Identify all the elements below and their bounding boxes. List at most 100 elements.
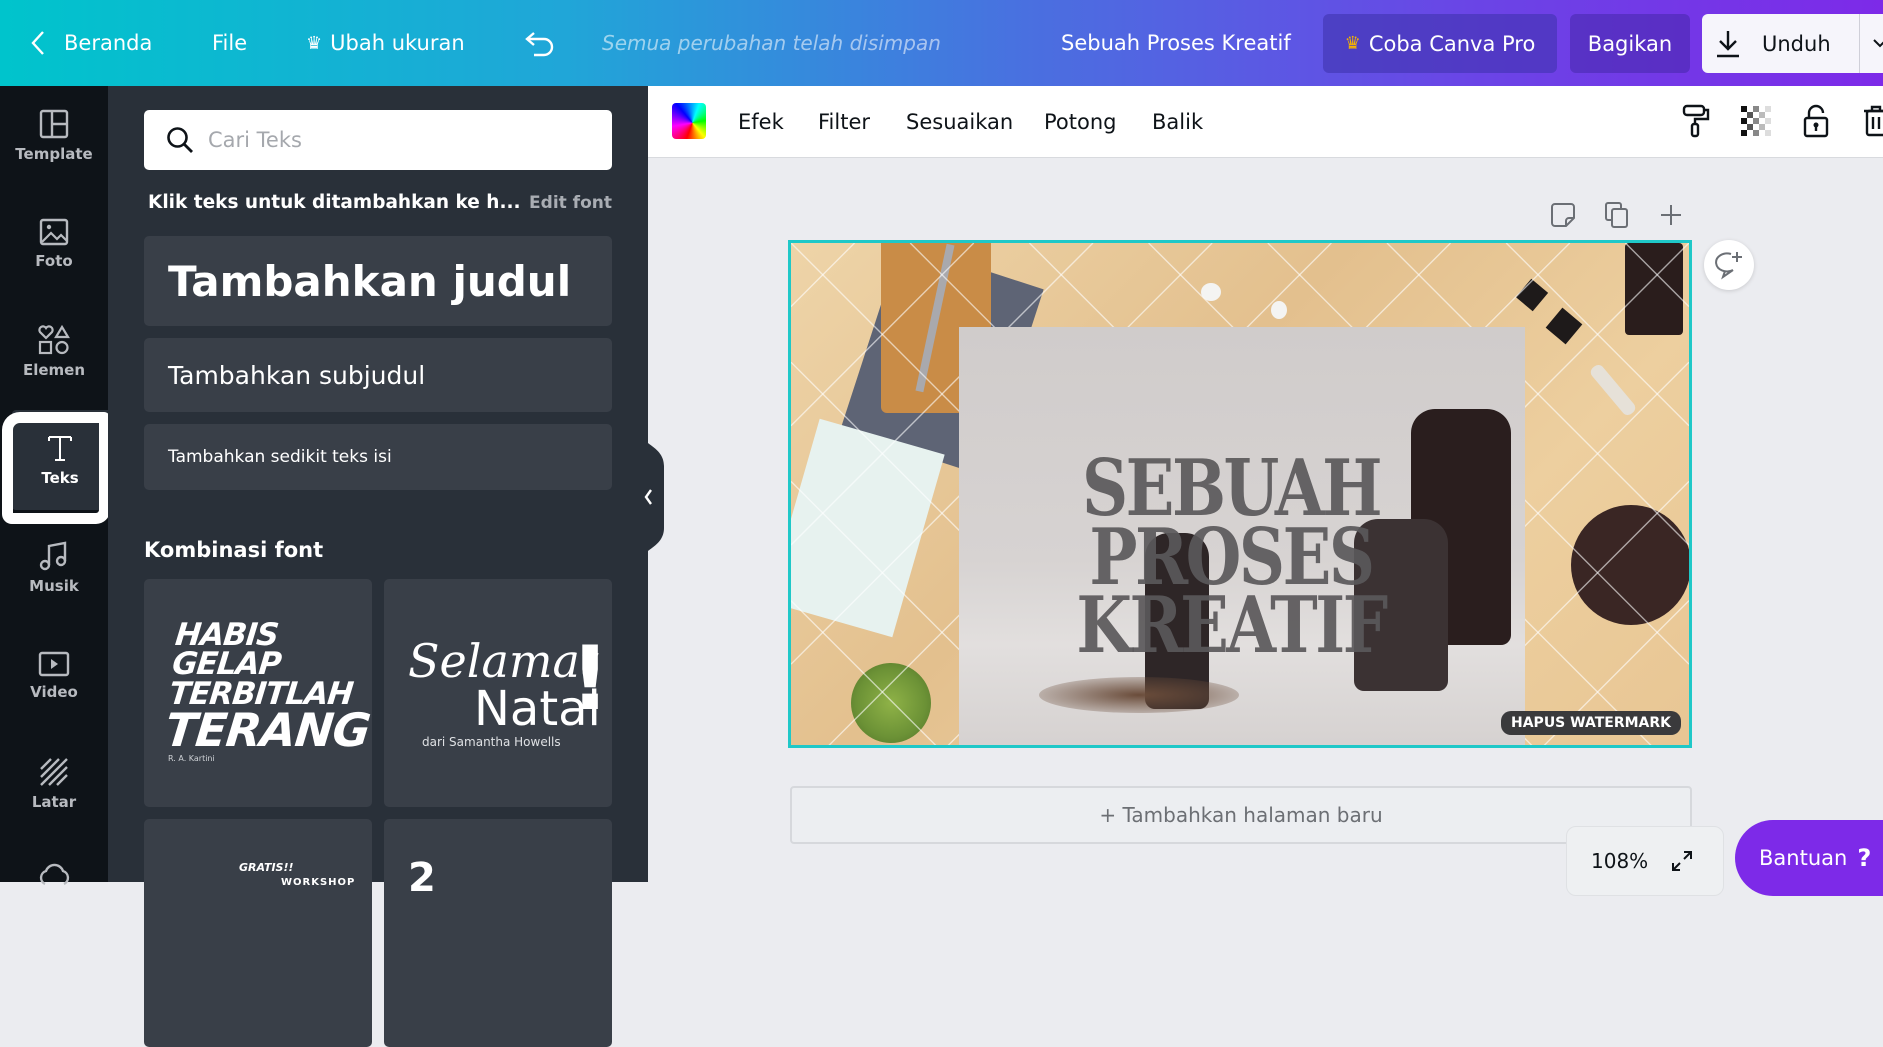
chevron-left-icon: [31, 31, 44, 55]
video-icon: [38, 651, 70, 677]
paint-roller-icon: [1682, 104, 1710, 138]
sidebar-label: Template: [15, 145, 93, 163]
sidebar-label: Foto: [35, 252, 73, 270]
add-heading-button[interactable]: Tambahkan judul: [144, 236, 612, 326]
font-combination-card[interactable]: 2: [384, 819, 612, 1047]
add-subheading-button[interactable]: Tambahkan subjudul: [144, 338, 612, 412]
combination-line: TERANG: [162, 703, 372, 758]
sidebar-item-background[interactable]: Latar: [0, 734, 108, 834]
design-page[interactable]: SEBUAH PROSES KREATIF HAPUS WATERMARK: [788, 240, 1692, 748]
lock-button[interactable]: [1798, 103, 1834, 139]
photo-icon: [39, 218, 69, 246]
sidebar-label: Elemen: [22, 361, 86, 379]
headline-line: KREATIF: [1076, 580, 1388, 672]
search-input[interactable]: [208, 128, 588, 152]
transparency-icon: [1741, 106, 1771, 136]
edit-font-link[interactable]: Edit font: [529, 193, 612, 213]
resize-label: Ubah ukuran: [330, 31, 465, 55]
flip-button[interactable]: Balik: [1152, 86, 1203, 158]
comment-add-icon: [1715, 252, 1742, 280]
add-body-text-button[interactable]: Tambahkan sedikit teks isi: [144, 424, 612, 490]
add-new-page-button[interactable]: + Tambahkan halaman baru: [790, 786, 1692, 844]
upload-cloud-icon: [39, 863, 70, 886]
combination-line: HABIS GELAP: [170, 617, 283, 683]
home-button[interactable]: Beranda: [30, 0, 152, 86]
undo-icon: [525, 32, 554, 57]
sidebar-item-text[interactable]: Teks: [12, 410, 108, 510]
file-menu-button[interactable]: File: [212, 0, 247, 86]
combination-subtext: R. A. Kartini: [168, 754, 215, 763]
font-combination-card[interactable]: GRATIS!! WORKSHOP: [144, 819, 372, 1047]
combination-line: 2: [408, 855, 436, 901]
add-page-icon-button[interactable]: [1656, 200, 1686, 230]
elements-icon: [38, 325, 70, 355]
combination-text: HABIS GELAP TERBITLAH TERANG: [162, 617, 372, 758]
share-button[interactable]: Bagikan: [1570, 14, 1690, 73]
combination-subtext: dari Samantha Howells: [422, 735, 561, 749]
crown-icon: ♛: [1344, 33, 1361, 54]
sidebar-item-video[interactable]: Video: [0, 626, 108, 726]
combination-line: !: [570, 627, 611, 730]
text-panel: Klik teks untuk ditambahkan ke h... Edit…: [108, 86, 648, 1047]
filter-button[interactable]: Filter: [818, 86, 870, 158]
undo-button[interactable]: [524, 0, 556, 86]
color-picker-button[interactable]: [672, 103, 706, 139]
download-icon: [1717, 30, 1739, 57]
transparency-button[interactable]: [1738, 103, 1774, 139]
sidebar-item-upload[interactable]: [0, 842, 108, 942]
font-combination-card[interactable]: HABIS GELAP TERBITLAH TERANG R. A. Karti…: [144, 579, 372, 807]
music-icon: [39, 541, 67, 571]
delete-button[interactable]: [1858, 103, 1883, 139]
fullscreen-icon[interactable]: [1670, 849, 1694, 873]
trash-icon: [1864, 105, 1883, 137]
sidebar: Template Foto Elemen Teks Musik Video La…: [0, 86, 108, 886]
font-combinations-title: Kombinasi font: [144, 538, 324, 562]
document-title[interactable]: Sebuah Proses Kreatif: [1061, 0, 1291, 86]
sidebar-label: Musik: [29, 577, 79, 595]
search-box[interactable]: [144, 110, 612, 170]
resize-button[interactable]: ♛ Ubah ukuran: [306, 0, 465, 86]
top-header: Beranda File ♛ Ubah ukuran Semua perubah…: [0, 0, 1883, 86]
download-button[interactable]: Unduh: [1702, 14, 1883, 73]
sticky-note-icon: [1551, 203, 1575, 227]
combination-line: GRATIS!!: [239, 861, 294, 874]
download-label: Unduh: [1762, 31, 1831, 56]
adjust-button[interactable]: Sesuaikan: [906, 86, 1013, 158]
sidebar-item-template[interactable]: Template: [0, 86, 108, 186]
question-icon: ?: [1857, 844, 1872, 872]
sidebar-label: Video: [30, 683, 78, 701]
divider: [1859, 14, 1860, 73]
copy-style-button[interactable]: [1678, 103, 1714, 139]
chevron-down-icon[interactable]: [1872, 37, 1883, 49]
panel-hint: Klik teks untuk ditambahkan ke h...: [148, 192, 521, 213]
text-icon: [48, 436, 72, 461]
sidebar-label: Teks: [41, 469, 79, 487]
duplicate-page-button[interactable]: [1602, 200, 1632, 230]
effects-button[interactable]: Efek: [738, 86, 784, 158]
crown-icon: ♛: [306, 32, 323, 54]
design-headline[interactable]: SEBUAH PROSES KREATIF: [1067, 450, 1395, 672]
sidebar-item-photo[interactable]: Foto: [0, 194, 108, 294]
search-icon: [167, 127, 193, 153]
template-icon: [39, 109, 69, 139]
remove-watermark-button[interactable]: HAPUS WATERMARK: [1501, 711, 1681, 735]
sidebar-label: Latar: [31, 793, 77, 811]
sidebar-item-elements[interactable]: Elemen: [0, 302, 108, 402]
add-comment-button[interactable]: [1704, 240, 1754, 290]
add-note-button[interactable]: [1548, 200, 1578, 230]
home-label: Beranda: [64, 31, 153, 55]
sidebar-item-music[interactable]: Musik: [0, 518, 108, 618]
zoom-level: 108%: [1591, 849, 1649, 873]
font-combination-card[interactable]: Selamat Natal ! dari Samantha Howells: [384, 579, 612, 807]
duplicate-icon: [1605, 202, 1628, 228]
zoom-control[interactable]: 108%: [1566, 826, 1724, 896]
try-pro-button[interactable]: ♛ Coba Canva Pro: [1323, 14, 1557, 73]
image-toolbar: Efek Filter Sesuaikan Potong Balik: [648, 86, 1883, 158]
save-status: Semua perubahan telah disimpan: [602, 31, 941, 55]
help-button[interactable]: Bantuan ?: [1735, 820, 1883, 896]
help-label: Bantuan: [1759, 846, 1848, 870]
dried-leaves-shape: [1039, 677, 1239, 713]
background-icon: [40, 758, 68, 786]
crop-button[interactable]: Potong: [1044, 86, 1117, 158]
collapse-panel-handle[interactable]: [640, 432, 672, 562]
